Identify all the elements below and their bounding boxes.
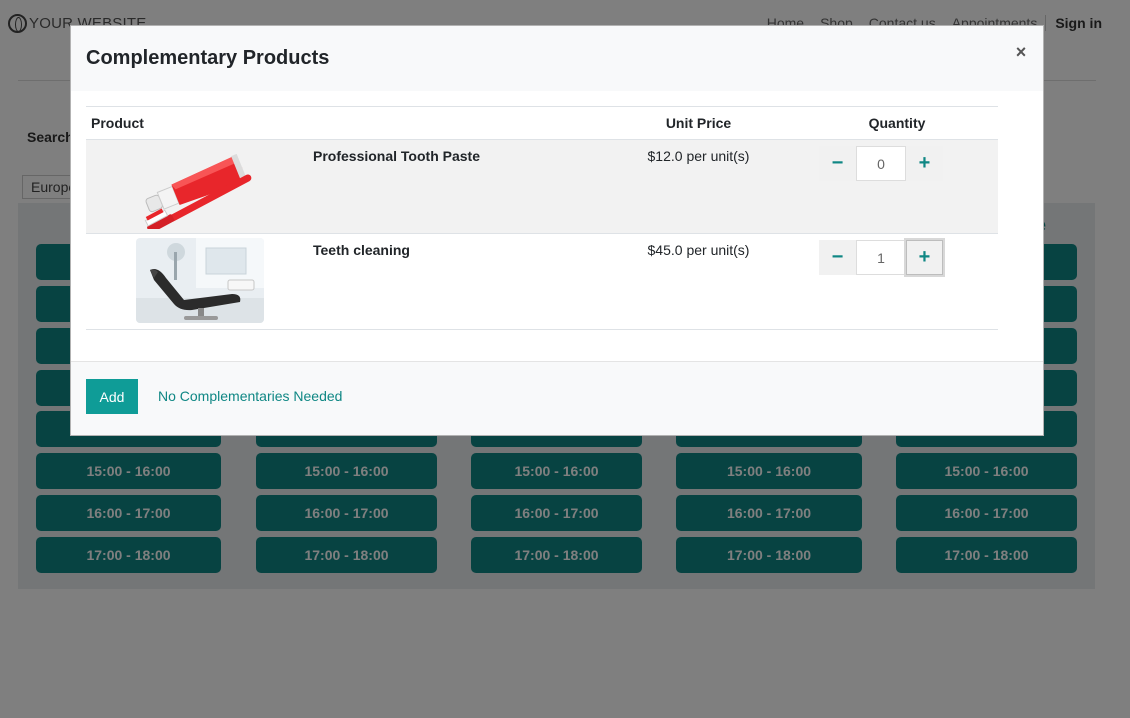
- quantity-stepper: − +: [819, 240, 998, 275]
- product-unit-price: $45.0 per unit(s): [601, 233, 796, 330]
- modal-title: Complementary Products: [86, 47, 330, 69]
- product-unit-price: $12.0 per unit(s): [601, 139, 796, 234]
- modal-footer: Add No Complementaries Needed: [71, 361, 1043, 435]
- column-header-name: [313, 106, 601, 140]
- dental-chair-image: [136, 238, 264, 323]
- table-header-row: Product Unit Price Quantity: [86, 106, 998, 140]
- product-name: Teeth cleaning: [313, 233, 601, 330]
- quantity-cell: − +: [796, 233, 998, 330]
- complementary-products-modal: Complementary Products × Product Unit Pr…: [70, 25, 1044, 436]
- close-button[interactable]: ×: [1013, 42, 1029, 62]
- product-image-cell: [86, 139, 313, 234]
- modal-header: Complementary Products ×: [71, 26, 1043, 91]
- decrease-quantity-button[interactable]: −: [819, 240, 856, 275]
- increase-quantity-button[interactable]: +: [906, 240, 943, 275]
- no-complementaries-link[interactable]: No Complementaries Needed: [158, 388, 342, 404]
- column-header-product: Product: [86, 106, 313, 140]
- table-row: Professional Tooth Paste $12.0 per unit(…: [86, 139, 998, 234]
- increase-quantity-button[interactable]: +: [906, 146, 943, 181]
- product-image-cell: [86, 233, 313, 330]
- product-name: Professional Tooth Paste: [313, 139, 601, 234]
- table-row: Teeth cleaning $45.0 per unit(s) − +: [86, 233, 998, 330]
- column-header-quantity: Quantity: [796, 106, 998, 140]
- toothpaste-image: [136, 144, 264, 229]
- quantity-input[interactable]: [856, 146, 906, 181]
- modal-body: Product Unit Price Quantity Professional…: [71, 91, 1043, 361]
- quantity-cell: − +: [796, 139, 998, 234]
- products-table: Product Unit Price Quantity Professional…: [86, 106, 998, 330]
- decrease-quantity-button[interactable]: −: [819, 146, 856, 181]
- quantity-stepper: − +: [819, 146, 998, 181]
- quantity-input[interactable]: [856, 240, 906, 275]
- column-header-unit-price: Unit Price: [601, 106, 796, 140]
- add-button[interactable]: Add: [86, 379, 138, 414]
